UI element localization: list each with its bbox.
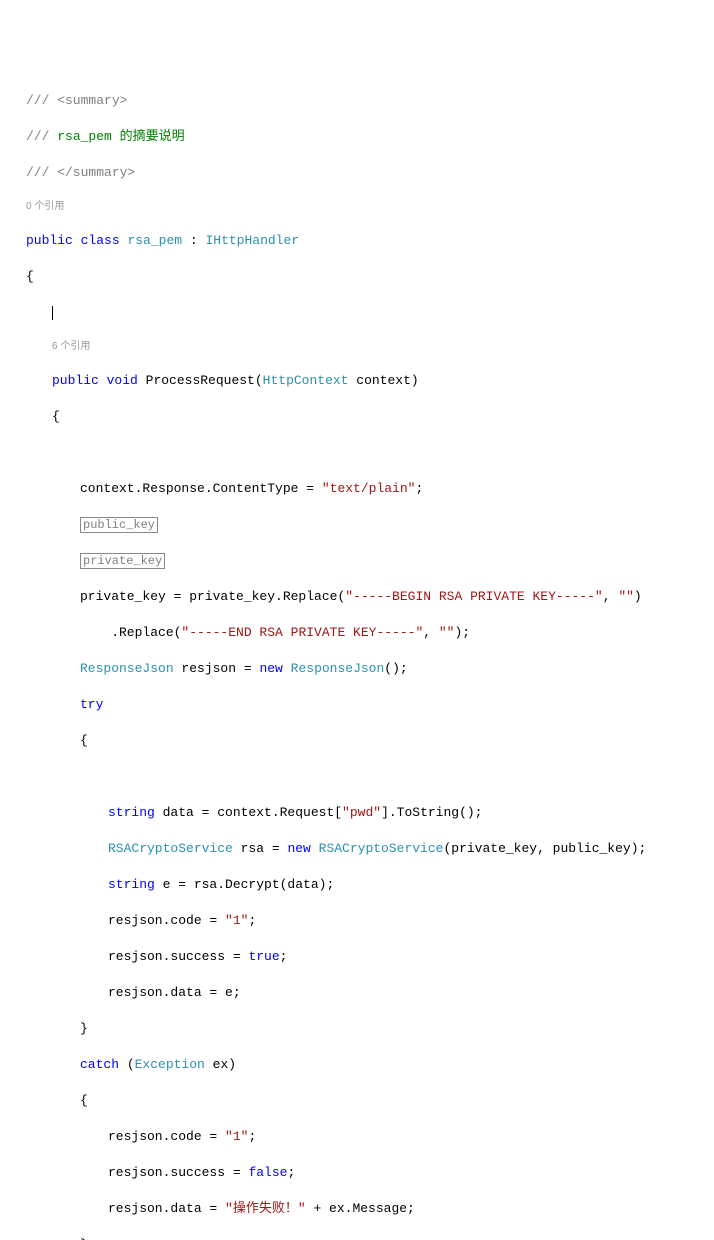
xml-summary-slash: /// [26, 129, 57, 144]
codelens-class[interactable]: 0 个引用 [0, 200, 714, 214]
stmt: string data = context.Request["pwd"].ToS… [0, 804, 714, 822]
xml-summary-close: /// </summary> [26, 165, 135, 180]
stmt: resjson.success = false; [0, 1164, 714, 1182]
brace: } [0, 1236, 714, 1240]
stmt: resjson.code = "1"; [0, 912, 714, 930]
stmt: resjson.code = "1"; [0, 1128, 714, 1146]
cursor-line[interactable] [0, 304, 714, 322]
stmt: .Replace("-----END RSA PRIVATE KEY-----"… [0, 624, 714, 642]
tag-private-key[interactable]: private_key [80, 553, 165, 569]
brace: { [0, 408, 714, 426]
stmt: resjson.data = e; [0, 984, 714, 1002]
brace: { [0, 1092, 714, 1110]
stmt: private_key = private_key.Replace("-----… [0, 588, 714, 606]
codelens-method[interactable]: 6 个引用 [0, 340, 714, 354]
stmt: resjson.success = true; [0, 948, 714, 966]
method-declaration: public void ProcessRequest(HttpContext c… [0, 372, 714, 390]
stmt: RSACryptoService rsa = new RSACryptoServ… [0, 840, 714, 858]
tag-public-key[interactable]: public_key [80, 517, 158, 533]
catch: catch (Exception ex) [0, 1056, 714, 1074]
try: try [0, 696, 714, 714]
stmt: string e = rsa.Decrypt(data); [0, 876, 714, 894]
code-editor[interactable]: /// <summary> /// /// rsa_pem 的摘要说明rsa_p… [0, 72, 714, 1240]
stmt: ResponseJson resjson = new ResponseJson(… [0, 660, 714, 678]
brace: { [0, 268, 714, 286]
collapsed-tag[interactable]: private_key [0, 552, 714, 570]
class-declaration: public class rsa_pem : IHttpHandler [0, 232, 714, 250]
collapsed-tag[interactable]: public_key [0, 516, 714, 534]
brace: { [0, 732, 714, 750]
xml-summary-open: /// <summary> [26, 93, 127, 108]
stmt: resjson.data = "操作失败！" + ex.Message; [0, 1200, 714, 1218]
text-cursor-icon [52, 306, 53, 320]
stmt: context.Response.ContentType = "text/pla… [0, 480, 714, 498]
brace: } [0, 1020, 714, 1038]
